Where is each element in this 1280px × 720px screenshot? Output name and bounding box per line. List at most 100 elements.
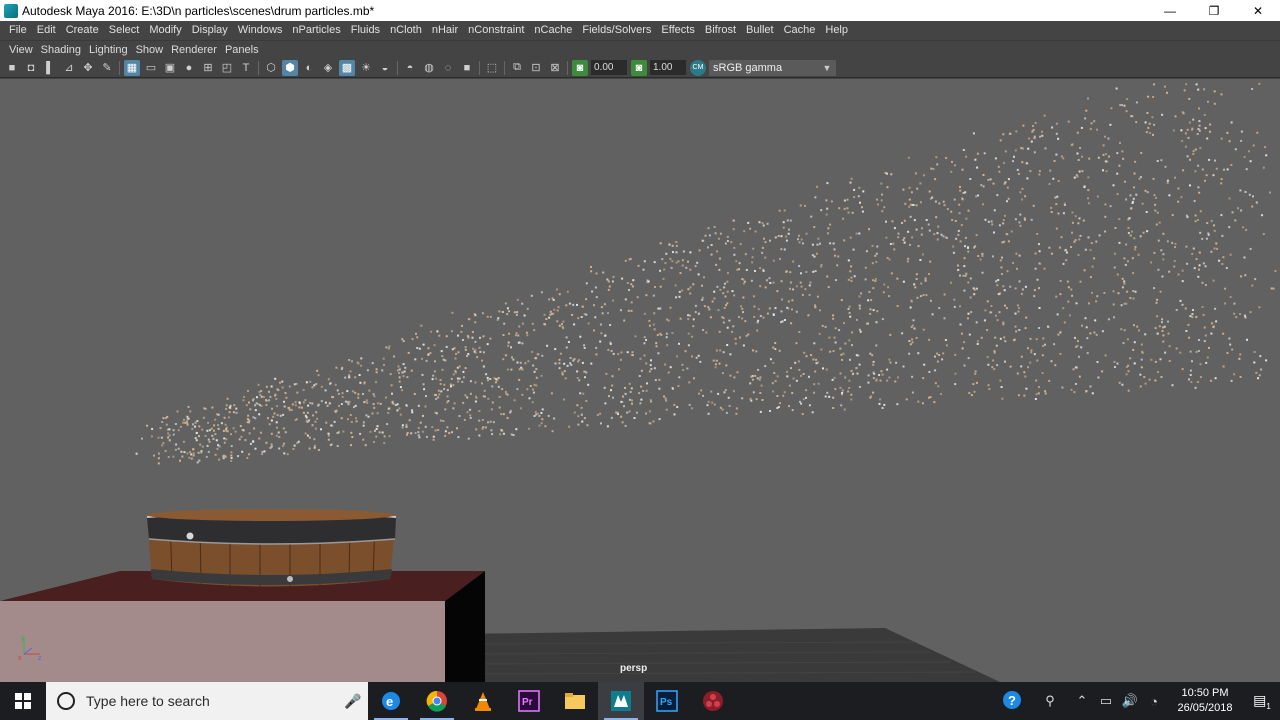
color-management-icon[interactable]: CM (690, 59, 706, 76)
menu-bullet[interactable]: Bullet (741, 21, 779, 40)
menu-ncloth[interactable]: nCloth (385, 21, 427, 40)
taskbar-premiere-button[interactable]: Pr (506, 682, 552, 720)
menu-bifrost[interactable]: Bifrost (700, 21, 741, 40)
notification-icon[interactable]: ▤1 (1244, 692, 1280, 711)
panel-menu-panels[interactable]: Panels (221, 41, 263, 59)
particle (342, 430, 345, 433)
shadows-icon[interactable]: ◒ (377, 60, 393, 76)
particle (648, 410, 651, 413)
menu-display[interactable]: Display (187, 21, 233, 40)
menu-fluids[interactable]: Fluids (346, 21, 385, 40)
particle (421, 373, 424, 376)
menu-nconstraint[interactable]: nConstraint (463, 21, 529, 40)
volume-icon[interactable]: 🔊 (1118, 693, 1142, 709)
taskbar-edge-button[interactable]: e (368, 682, 414, 720)
use-all-lights-icon[interactable]: ☀ (358, 60, 374, 76)
2d-pan-zoom-icon[interactable]: ✥ (80, 60, 96, 76)
particle (366, 401, 369, 404)
perspective-viewport[interactable]: y z x persp (0, 79, 1280, 682)
menu-file[interactable]: File (4, 21, 32, 40)
camera-attributes-icon[interactable]: ◘ (23, 60, 39, 76)
particle (1038, 262, 1041, 265)
particle (595, 272, 598, 275)
grease-pencil-icon[interactable]: ✎ (99, 60, 115, 76)
motion-blur-icon[interactable]: ◍ (421, 60, 437, 76)
panel-menu-view[interactable]: View (5, 41, 37, 59)
panel-menu-shading[interactable]: Shading (37, 41, 85, 59)
gamma-field[interactable]: 1.00 (650, 60, 686, 75)
menu-nparticles[interactable]: nParticles (287, 21, 345, 40)
exposure-field[interactable]: 0.00 (591, 60, 627, 75)
safe-action-icon[interactable]: ◰ (219, 60, 235, 76)
gamma-icon[interactable]: ◙ (631, 59, 647, 76)
default-material-icon[interactable]: ◐ (301, 60, 317, 76)
menu-create[interactable]: Create (61, 21, 104, 40)
camera-icon[interactable]: ■ (4, 60, 20, 76)
smooth-shade-icon[interactable]: ⬢ (282, 59, 298, 76)
xray-active-icon[interactable]: ⊡ (528, 60, 544, 76)
taskbar-davinci-button[interactable] (690, 682, 736, 720)
taskbar-photoshop-button[interactable]: Ps (644, 682, 690, 720)
panel-menu-show[interactable]: Show (132, 41, 168, 59)
menu-windows[interactable]: Windows (233, 21, 288, 40)
taskbar-vlc-button[interactable] (460, 682, 506, 720)
menu-modify[interactable]: Modify (144, 21, 186, 40)
safe-title-icon[interactable]: T (238, 60, 254, 76)
particle (957, 269, 960, 271)
help-icon[interactable]: ? (1000, 690, 1024, 713)
taskbar-explorer-button[interactable] (552, 682, 598, 720)
film-gate-icon[interactable]: ▭ (143, 60, 159, 76)
particle (811, 243, 814, 246)
xray-icon[interactable]: ⧉ (509, 60, 525, 76)
wireframe-on-shaded-icon[interactable]: ◈ (320, 60, 336, 76)
bookmark-icon[interactable]: ▌ (42, 60, 58, 76)
particle (833, 248, 836, 251)
particle (254, 404, 257, 407)
start-button[interactable] (0, 682, 46, 720)
image-plane-icon[interactable]: ⊿ (61, 60, 77, 76)
menu-nhair[interactable]: nHair (427, 21, 463, 40)
color-space-select[interactable]: sRGB gamma ▼ (709, 59, 836, 76)
menu-ncache[interactable]: nCache (529, 21, 577, 40)
panel-menu-renderer[interactable]: Renderer (167, 41, 221, 59)
restore-button[interactable]: ❐ (1192, 0, 1236, 21)
depth-of-field-icon[interactable]: ■ (459, 60, 475, 76)
menu-help[interactable]: Help (820, 21, 853, 40)
exposure-icon[interactable]: ◙ (572, 59, 588, 76)
menu-fields-solvers[interactable]: Fields/Solvers (577, 21, 656, 40)
particle (525, 331, 528, 334)
wireframe-icon[interactable]: ⬡ (263, 60, 279, 76)
menu-effects[interactable]: Effects (656, 21, 699, 40)
gate-mask-icon[interactable]: ● (181, 60, 197, 76)
menu-cache[interactable]: Cache (779, 21, 821, 40)
people-icon[interactable]: ⚲ (1038, 693, 1062, 709)
grid-icon[interactable]: ▦ (124, 59, 140, 76)
taskbar-chrome-button[interactable] (414, 682, 460, 720)
taskbar-maya-button[interactable] (598, 682, 644, 720)
particle (1197, 350, 1200, 352)
panel-menu-lighting[interactable]: Lighting (85, 41, 132, 59)
chevron-up-icon[interactable]: ⌃ (1070, 693, 1094, 709)
battery-icon[interactable]: ▭ (1094, 693, 1118, 709)
minimize-button[interactable]: — (1148, 0, 1192, 21)
close-button[interactable]: ✕ (1236, 0, 1280, 21)
isolate-select-icon[interactable]: ⬚ (484, 60, 500, 76)
menu-select[interactable]: Select (104, 21, 145, 40)
resolution-gate-icon[interactable]: ▣ (162, 60, 178, 76)
particle (576, 370, 579, 373)
particle (664, 363, 667, 366)
xray-joints-icon[interactable]: ⊠ (547, 60, 563, 76)
clock[interactable]: 10:50 PM 26/05/2018 (1166, 686, 1244, 716)
wifi-icon[interactable]: ◔ (1142, 694, 1166, 709)
anti-aliasing-icon[interactable]: ◌ (440, 60, 456, 76)
particle (424, 425, 427, 428)
screen-space-ao-icon[interactable]: ◓ (402, 60, 418, 76)
particle (1220, 214, 1223, 217)
menu-edit[interactable]: Edit (32, 21, 61, 40)
particle (252, 440, 255, 443)
taskbar-search-box[interactable]: Type here to search 🎤 (46, 682, 368, 720)
field-chart-icon[interactable]: ⊞ (200, 60, 216, 76)
microphone-icon[interactable]: 🎤 (338, 693, 368, 710)
textured-icon[interactable]: ▩ (339, 59, 355, 76)
particle (722, 317, 725, 320)
